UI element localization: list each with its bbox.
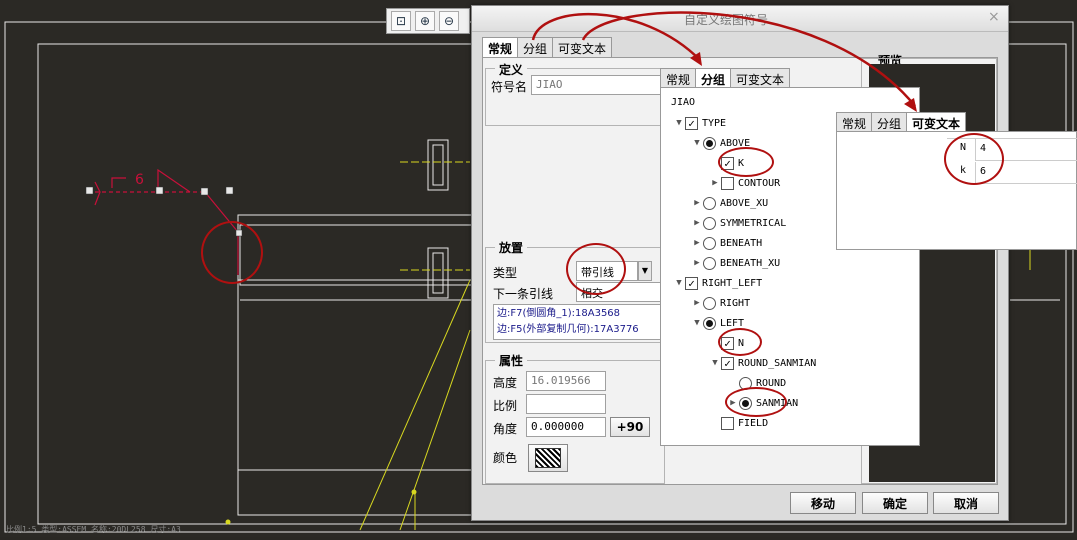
- radio-button[interactable]: [703, 256, 716, 270]
- scale-label: 比例: [493, 399, 518, 413]
- type-label: 类型: [493, 266, 518, 280]
- color-picker-button[interactable]: [528, 444, 568, 472]
- tree-item-label: TYPE: [702, 117, 727, 129]
- dialog-title: 自定义绘图符号: [684, 13, 769, 27]
- radio-button[interactable]: [703, 136, 716, 150]
- chevron-down-icon[interactable]: ▼: [638, 261, 652, 281]
- angle-field[interactable]: 0.000000: [526, 417, 606, 437]
- tree-item-label: FIELD: [738, 417, 769, 429]
- highlight-ellipse: [718, 147, 774, 177]
- list-item[interactable]: 边:F5(外部复制几何):17A3776: [497, 322, 659, 338]
- zoom-fit-icon[interactable]: ⊡: [391, 11, 411, 31]
- cancel-button[interactable]: 取消: [933, 492, 999, 514]
- expand-right-icon[interactable]: ▶: [709, 178, 721, 188]
- color-label: 颜色: [493, 451, 518, 465]
- radio-button[interactable]: [703, 196, 716, 210]
- expand-down-icon[interactable]: ▼: [673, 278, 685, 288]
- angle-label: 角度: [493, 422, 518, 436]
- radio-button[interactable]: [703, 216, 716, 230]
- highlight-ellipse: [201, 221, 263, 284]
- highlight-ellipse: [718, 328, 762, 356]
- scale-field[interactable]: [526, 394, 606, 414]
- tree-item-label: ABOVE_XU: [720, 197, 769, 209]
- checkbox[interactable]: [721, 416, 734, 430]
- list-item[interactable]: 边:F7(倒圆角_1):18A3568: [497, 306, 659, 322]
- tree-item[interactable]: ▼ ✓ TYPE: [673, 114, 726, 132]
- tree-item[interactable]: ▶ RIGHT: [691, 294, 750, 312]
- highlight-ellipse: [725, 387, 787, 417]
- checkbox[interactable]: [721, 176, 734, 190]
- radio-button[interactable]: [703, 316, 716, 330]
- zoom-out-icon[interactable]: ⊖: [439, 11, 459, 31]
- reference-list[interactable]: 边:F7(倒圆角_1):18A3568 边:F5(外部复制几何):17A3776: [493, 304, 663, 340]
- expand-right-icon[interactable]: ▶: [691, 258, 703, 268]
- placement-group-label: 放置: [495, 239, 528, 256]
- annotation-symbol-text: 6: [135, 172, 144, 188]
- vartext-panel-overlay: 常规 分组 可变文本 N 4 k 6: [836, 112, 1077, 250]
- zoom-in-icon[interactable]: ⊕: [415, 11, 435, 31]
- tree-item-label: CONTOUR: [738, 177, 781, 189]
- tree-item-label: RIGHT_LEFT: [702, 277, 763, 289]
- next-leader-label: 下一条引线: [493, 287, 554, 301]
- tab-general[interactable]: 常规: [482, 37, 519, 59]
- tab-group[interactable]: 分组: [517, 37, 554, 59]
- height-field[interactable]: 16.019566: [526, 371, 606, 391]
- expand-right-icon[interactable]: ▶: [691, 218, 703, 228]
- checkbox[interactable]: ✓: [685, 116, 698, 130]
- expand-down-icon[interactable]: ▼: [709, 358, 721, 368]
- tree-item[interactable]: ▼ ✓ ROUND_SANMIAN: [709, 354, 816, 372]
- expand-down-icon[interactable]: ▼: [691, 318, 703, 328]
- tree-item[interactable]: ▶ BENEATH_XU: [691, 254, 780, 272]
- tree-item-label: BENEATH: [720, 237, 763, 249]
- tree-item-label: BENEATH_XU: [720, 257, 781, 269]
- status-bar: 比例1:5 类型:ASSEM 名称:20DL258 尺寸:A3: [6, 525, 181, 534]
- height-label: 高度: [493, 376, 518, 390]
- checkbox[interactable]: ✓: [721, 356, 734, 370]
- symbol-name-label: 符号名: [491, 80, 528, 94]
- plus90-button[interactable]: +90: [610, 417, 650, 437]
- dialog-tabs: 常规 分组 可变文本: [482, 37, 613, 59]
- tree-item-label: LEFT: [720, 317, 745, 329]
- tree-item-label: ROUND_SANMIAN: [738, 357, 817, 369]
- expand-right-icon[interactable]: ▶: [691, 298, 703, 308]
- highlight-ellipse: [944, 133, 1004, 185]
- radio-button[interactable]: [703, 296, 716, 310]
- ok-button[interactable]: 确定: [862, 492, 928, 514]
- move-button[interactable]: 移动: [790, 492, 856, 514]
- radio-button[interactable]: [703, 236, 716, 250]
- tree-item[interactable]: ▼ ✓ RIGHT_LEFT: [673, 274, 762, 292]
- tree-item-label: SYMMETRICAL: [720, 217, 787, 229]
- tree-item-label: RIGHT: [720, 297, 751, 309]
- symbol-name-field[interactable]: JIAO: [531, 75, 663, 95]
- attributes-group-label: 属性: [495, 352, 528, 369]
- close-icon[interactable]: ×: [988, 9, 1000, 25]
- highlight-ellipse: [566, 243, 626, 295]
- checkbox[interactable]: ✓: [685, 276, 698, 290]
- expand-right-icon[interactable]: ▶: [691, 198, 703, 208]
- tab-variable-text[interactable]: 可变文本: [552, 37, 613, 59]
- hatch-color-icon: [535, 448, 561, 468]
- dialog-titlebar[interactable]: 自定义绘图符号 ×: [472, 6, 1008, 32]
- definition-group-label: 定义: [495, 61, 528, 78]
- tree-item[interactable]: ▶ ABOVE_XU: [691, 194, 768, 212]
- tree-root-label: JIAO: [671, 97, 696, 108]
- expand-right-icon[interactable]: ▶: [691, 238, 703, 248]
- tree-item[interactable]: ▶ SYMMETRICAL: [691, 214, 786, 232]
- tree-item[interactable]: ▶ BENEATH: [691, 234, 762, 252]
- expand-down-icon[interactable]: ▼: [691, 138, 703, 148]
- zoom-toolbar: ⊡ ⊕ ⊖: [386, 8, 470, 34]
- expand-down-icon[interactable]: ▼: [673, 118, 685, 128]
